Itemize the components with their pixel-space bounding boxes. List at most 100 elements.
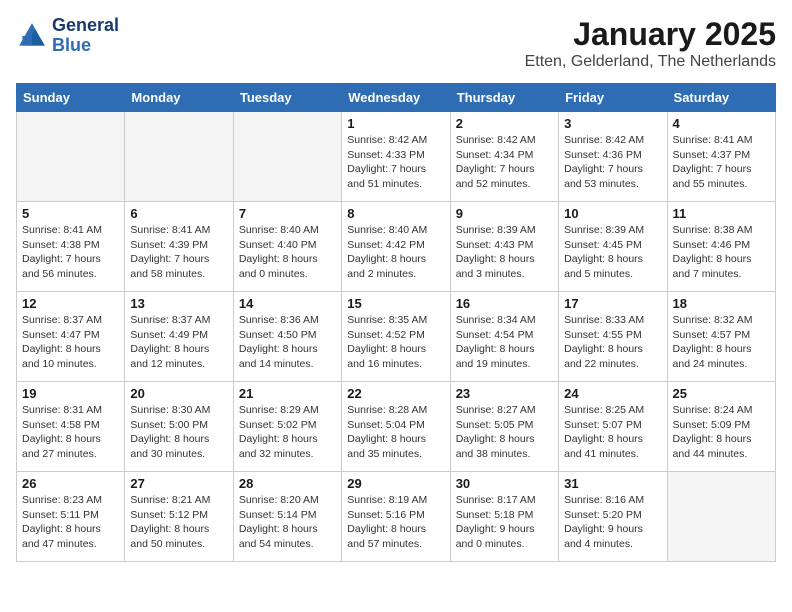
cell-date-number: 16	[456, 296, 553, 311]
day-cell-16: 16 Sunrise: 8:34 AM Sunset: 4:54 PM Dayli…	[450, 292, 558, 382]
day-header-wednesday: Wednesday	[342, 84, 450, 112]
cell-date-number: 29	[347, 476, 444, 491]
week-row-3: 12 Sunrise: 8:37 AM Sunset: 4:47 PM Dayli…	[17, 292, 776, 382]
day-cell-26: 26 Sunrise: 8:23 AM Sunset: 5:11 PM Dayli…	[17, 472, 125, 562]
week-row-4: 19Sunrise: 8:31 AM Sunset: 4:58 PM Dayli…	[17, 382, 776, 472]
cell-info-text: Sunrise: 8:30 AM Sunset: 5:00 PM Dayligh…	[130, 403, 227, 462]
cell-info-text: Sunrise: 8:39 AM Sunset: 4:45 PM Dayligh…	[564, 223, 661, 282]
cell-date-number: 17	[564, 296, 661, 311]
cell-date-number: 26	[22, 476, 119, 491]
cell-date-number: 12	[22, 296, 119, 311]
calendar-title: January 2025	[525, 16, 776, 53]
day-cell-23: 23 Sunrise: 8:27 AM Sunset: 5:05 PM Dayli…	[450, 382, 558, 472]
cell-date-number: 25	[673, 386, 770, 401]
day-cell-18: 18 Sunrise: 8:32 AM Sunset: 4:57 PM Dayli…	[667, 292, 775, 382]
day-header-tuesday: Tuesday	[233, 84, 341, 112]
week-row-5: 26 Sunrise: 8:23 AM Sunset: 5:11 PM Dayli…	[17, 472, 776, 562]
day-cell-15: 15 Sunrise: 8:35 AM Sunset: 4:52 PM Dayli…	[342, 292, 450, 382]
day-cell-27: 27 Sunrise: 8:21 AM Sunset: 5:12 PM Dayli…	[125, 472, 233, 562]
cell-date-number: 28	[239, 476, 336, 491]
day-header-monday: Monday	[125, 84, 233, 112]
cell-info-text: Sunrise: 8:39 AM Sunset: 4:43 PM Dayligh…	[456, 223, 553, 282]
day-cell-29: 29 Sunrise: 8:19 AM Sunset: 5:16 PM Dayli…	[342, 472, 450, 562]
day-cell-21: 21 Sunrise: 8:29 AM Sunset: 5:02 PM Dayli…	[233, 382, 341, 472]
cell-info-text: Sunrise: 8:42 AM Sunset: 4:36 PM Dayligh…	[564, 133, 661, 192]
cell-info-text: Sunrise: 8:34 AM Sunset: 4:54 PM Dayligh…	[456, 313, 553, 372]
page-header: General Blue January 2025 Etten, Gelderl…	[16, 16, 776, 71]
cell-info-text: Sunrise: 8:36 AM Sunset: 4:50 PM Dayligh…	[239, 313, 336, 372]
cell-date-number: 14	[239, 296, 336, 311]
cell-info-text: Sunrise: 8:41 AM Sunset: 4:38 PM Dayligh…	[22, 223, 119, 282]
cell-info-text: Sunrise: 8:29 AM Sunset: 5:02 PM Dayligh…	[239, 403, 336, 462]
day-cell-31: 31 Sunrise: 8:16 AM Sunset: 5:20 PM Dayli…	[559, 472, 667, 562]
cell-info-text: Sunrise: 8:41 AM Sunset: 4:37 PM Dayligh…	[673, 133, 770, 192]
calendar-table: SundayMondayTuesdayWednesdayThursdayFrid…	[16, 83, 776, 562]
cell-date-number: 8	[347, 206, 444, 221]
day-cell-7: 7 Sunrise: 8:40 AM Sunset: 4:40 PM Daylig…	[233, 202, 341, 292]
empty-cell	[125, 112, 233, 202]
week-row-2: 5Sunrise: 8:41 AM Sunset: 4:38 PM Daylig…	[17, 202, 776, 292]
week-row-1: 1 Sunrise: 8:42 AM Sunset: 4:33 PM Daylig…	[17, 112, 776, 202]
cell-info-text: Sunrise: 8:33 AM Sunset: 4:55 PM Dayligh…	[564, 313, 661, 372]
cell-info-text: Sunrise: 8:35 AM Sunset: 4:52 PM Dayligh…	[347, 313, 444, 372]
day-cell-5: 5Sunrise: 8:41 AM Sunset: 4:38 PM Daylig…	[17, 202, 125, 292]
day-cell-11: 11 Sunrise: 8:38 AM Sunset: 4:46 PM Dayli…	[667, 202, 775, 292]
day-cell-9: 9 Sunrise: 8:39 AM Sunset: 4:43 PM Daylig…	[450, 202, 558, 292]
day-cell-24: 24Sunrise: 8:25 AM Sunset: 5:07 PM Dayli…	[559, 382, 667, 472]
cell-date-number: 4	[673, 116, 770, 131]
cell-date-number: 21	[239, 386, 336, 401]
cell-info-text: Sunrise: 8:27 AM Sunset: 5:05 PM Dayligh…	[456, 403, 553, 462]
cell-info-text: Sunrise: 8:16 AM Sunset: 5:20 PM Dayligh…	[564, 493, 661, 552]
cell-info-text: Sunrise: 8:19 AM Sunset: 5:16 PM Dayligh…	[347, 493, 444, 552]
cell-date-number: 31	[564, 476, 661, 491]
cell-info-text: Sunrise: 8:42 AM Sunset: 4:33 PM Dayligh…	[347, 133, 444, 192]
day-cell-14: 14 Sunrise: 8:36 AM Sunset: 4:50 PM Dayli…	[233, 292, 341, 382]
cell-info-text: Sunrise: 8:31 AM Sunset: 4:58 PM Dayligh…	[22, 403, 119, 462]
day-cell-8: 8 Sunrise: 8:40 AM Sunset: 4:42 PM Daylig…	[342, 202, 450, 292]
header-row: SundayMondayTuesdayWednesdayThursdayFrid…	[17, 84, 776, 112]
day-cell-30: 30 Sunrise: 8:17 AM Sunset: 5:18 PM Dayli…	[450, 472, 558, 562]
cell-info-text: Sunrise: 8:25 AM Sunset: 5:07 PM Dayligh…	[564, 403, 661, 462]
cell-date-number: 30	[456, 476, 553, 491]
logo-text-line1: General	[52, 16, 119, 36]
cell-info-text: Sunrise: 8:40 AM Sunset: 4:40 PM Dayligh…	[239, 223, 336, 282]
cell-info-text: Sunrise: 8:42 AM Sunset: 4:34 PM Dayligh…	[456, 133, 553, 192]
cell-info-text: Sunrise: 8:24 AM Sunset: 5:09 PM Dayligh…	[673, 403, 770, 462]
cell-date-number: 6	[130, 206, 227, 221]
day-cell-6: 6Sunrise: 8:41 AM Sunset: 4:39 PM Daylig…	[125, 202, 233, 292]
cell-info-text: Sunrise: 8:37 AM Sunset: 4:47 PM Dayligh…	[22, 313, 119, 372]
day-cell-17: 17 Sunrise: 8:33 AM Sunset: 4:55 PM Dayli…	[559, 292, 667, 382]
cell-info-text: Sunrise: 8:38 AM Sunset: 4:46 PM Dayligh…	[673, 223, 770, 282]
cell-date-number: 18	[673, 296, 770, 311]
logo-text-line2: Blue	[52, 36, 119, 56]
logo: General Blue	[16, 16, 119, 56]
cell-date-number: 3	[564, 116, 661, 131]
cell-info-text: Sunrise: 8:37 AM Sunset: 4:49 PM Dayligh…	[130, 313, 227, 372]
cell-date-number: 23	[456, 386, 553, 401]
cell-info-text: Sunrise: 8:32 AM Sunset: 4:57 PM Dayligh…	[673, 313, 770, 372]
cell-info-text: Sunrise: 8:23 AM Sunset: 5:11 PM Dayligh…	[22, 493, 119, 552]
title-section: January 2025 Etten, Gelderland, The Neth…	[525, 16, 776, 71]
cell-date-number: 7	[239, 206, 336, 221]
day-cell-3: 3 Sunrise: 8:42 AM Sunset: 4:36 PM Daylig…	[559, 112, 667, 202]
day-cell-19: 19Sunrise: 8:31 AM Sunset: 4:58 PM Dayli…	[17, 382, 125, 472]
day-header-thursday: Thursday	[450, 84, 558, 112]
day-cell-12: 12 Sunrise: 8:37 AM Sunset: 4:47 PM Dayli…	[17, 292, 125, 382]
calendar-subtitle: Etten, Gelderland, The Netherlands	[525, 53, 776, 71]
day-header-friday: Friday	[559, 84, 667, 112]
cell-date-number: 27	[130, 476, 227, 491]
cell-date-number: 13	[130, 296, 227, 311]
day-cell-2: 2Sunrise: 8:42 AM Sunset: 4:34 PM Daylig…	[450, 112, 558, 202]
cell-info-text: Sunrise: 8:21 AM Sunset: 5:12 PM Dayligh…	[130, 493, 227, 552]
day-cell-13: 13 Sunrise: 8:37 AM Sunset: 4:49 PM Dayli…	[125, 292, 233, 382]
cell-date-number: 1	[347, 116, 444, 131]
cell-date-number: 11	[673, 206, 770, 221]
day-cell-22: 22Sunrise: 8:28 AM Sunset: 5:04 PM Dayli…	[342, 382, 450, 472]
cell-date-number: 9	[456, 206, 553, 221]
cell-date-number: 15	[347, 296, 444, 311]
cell-info-text: Sunrise: 8:17 AM Sunset: 5:18 PM Dayligh…	[456, 493, 553, 552]
day-cell-20: 20Sunrise: 8:30 AM Sunset: 5:00 PM Dayli…	[125, 382, 233, 472]
empty-cell	[667, 472, 775, 562]
cell-info-text: Sunrise: 8:40 AM Sunset: 4:42 PM Dayligh…	[347, 223, 444, 282]
cell-info-text: Sunrise: 8:28 AM Sunset: 5:04 PM Dayligh…	[347, 403, 444, 462]
